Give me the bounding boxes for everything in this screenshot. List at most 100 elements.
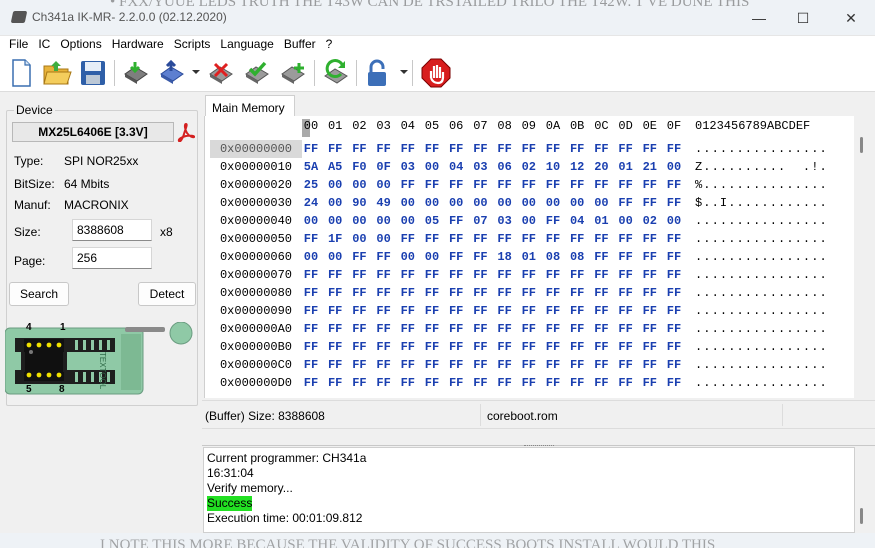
hex-byte[interactable]: 00 [420, 248, 444, 266]
hex-ascii[interactable]: ................ [695, 284, 828, 302]
hex-byte[interactable]: 00 [323, 194, 347, 212]
hex-byte[interactable]: FF [468, 230, 492, 248]
hex-byte[interactable]: FF [662, 284, 686, 302]
hex-byte[interactable]: FF [614, 284, 638, 302]
hex-byte[interactable]: 00 [541, 194, 565, 212]
hex-byte[interactable]: FF [444, 140, 468, 158]
hex-byte[interactable]: 00 [517, 194, 541, 212]
hex-byte[interactable]: FF [372, 140, 396, 158]
hex-byte[interactable]: FF [420, 284, 444, 302]
hex-byte[interactable]: FF [444, 356, 468, 374]
hex-row[interactable]: 0x000000D0 FF FF FF FF FF FF FF FF FF FF FF FF FF FF FF… [205, 374, 854, 392]
hex-byte[interactable]: FF [396, 140, 420, 158]
hex-row[interactable]: 0x00000060 00 00 FF FF 00 00 FF FF 18 01 08 08 FF FF FF… [205, 248, 854, 266]
hex-byte[interactable]: FF [517, 374, 541, 392]
hex-byte[interactable]: FF [517, 356, 541, 374]
hex-byte[interactable]: 90 [347, 194, 371, 212]
hex-byte[interactable]: FF [589, 284, 613, 302]
hex-row[interactable]: 0x000000B0 FF FF FF FF FF FF FF FF FF FF FF FF FF FF FF… [205, 338, 854, 356]
hex-byte[interactable]: FF [347, 338, 371, 356]
hex-byte[interactable]: 00 [662, 212, 686, 230]
hex-byte[interactable]: FF [372, 356, 396, 374]
hex-byte[interactable]: 00 [299, 248, 323, 266]
minimize-button[interactable]: — [736, 0, 782, 36]
save-button[interactable] [77, 57, 109, 89]
hex-byte[interactable]: FF [589, 338, 613, 356]
hex-byte[interactable]: FF [420, 320, 444, 338]
hex-byte[interactable]: FF [493, 140, 517, 158]
hex-byte[interactable]: FF [468, 176, 492, 194]
hex-byte[interactable]: FF [347, 266, 371, 284]
hex-byte[interactable]: FF [468, 338, 492, 356]
new-file-button[interactable] [5, 57, 37, 89]
hex-byte[interactable]: FF [444, 284, 468, 302]
hex-byte[interactable]: FF [517, 338, 541, 356]
hex-editor[interactable]: 0123456789ABCDEF 00 01 02 03 04 05 06 07 08 09 0A 0… [204, 116, 854, 398]
hex-byte[interactable]: FF [517, 230, 541, 248]
hex-byte[interactable]: FF [541, 374, 565, 392]
write-options-dropdown[interactable] [192, 68, 200, 76]
hex-byte[interactable]: FF [614, 320, 638, 338]
menu-scripts[interactable]: Scripts [169, 36, 216, 54]
hex-byte[interactable]: 07 [468, 212, 492, 230]
hex-byte[interactable]: 00 [517, 212, 541, 230]
hex-byte[interactable]: FF [396, 284, 420, 302]
hex-byte[interactable]: FF [638, 320, 662, 338]
hex-row[interactable]: 0x000000C0 FF FF FF FF FF FF FF FF FF FF FF FF FF FF FF… [205, 356, 854, 374]
hex-byte[interactable]: 00 [372, 176, 396, 194]
hex-byte[interactable]: FF [299, 284, 323, 302]
hex-ascii[interactable]: ................ [695, 320, 828, 338]
hex-byte[interactable]: FF [614, 194, 638, 212]
hex-byte[interactable]: 1F [323, 230, 347, 248]
hex-byte[interactable]: 00 [444, 194, 468, 212]
hex-byte[interactable]: FF [372, 374, 396, 392]
hex-byte[interactable]: FF [420, 374, 444, 392]
hex-byte[interactable]: 5A [299, 158, 323, 176]
hex-byte[interactable]: 03 [493, 212, 517, 230]
hex-byte[interactable]: FF [493, 338, 517, 356]
hex-byte[interactable]: FF [347, 302, 371, 320]
hex-row[interactable]: 0x00000050 FF 1F 00 00 FF FF FF FF FF FF FF FF FF FF FF… [205, 230, 854, 248]
hex-row[interactable]: 0x000000A0 FF FF FF FF FF FF FF FF FF FF FF FF FF FF FF… [205, 320, 854, 338]
hex-byte[interactable]: 00 [468, 194, 492, 212]
hex-byte[interactable]: FF [638, 230, 662, 248]
hex-byte[interactable]: FF [541, 356, 565, 374]
hex-ascii[interactable]: ................ [695, 248, 828, 266]
hex-byte[interactable]: FF [420, 302, 444, 320]
hex-byte[interactable]: 02 [517, 158, 541, 176]
hex-byte[interactable]: FF [517, 140, 541, 158]
menu-ic[interactable]: IC [33, 36, 55, 54]
chip-name-display[interactable]: MX25L6406E [3.3V] [12, 122, 174, 142]
hex-byte[interactable]: FF [420, 266, 444, 284]
hex-byte[interactable]: 08 [541, 248, 565, 266]
hex-byte[interactable]: FF [541, 320, 565, 338]
hex-byte[interactable]: 49 [372, 194, 396, 212]
tab-main-memory[interactable]: Main Memory [205, 95, 295, 117]
hex-byte[interactable]: 24 [299, 194, 323, 212]
hex-byte[interactable]: FF [614, 374, 638, 392]
hex-byte[interactable]: 00 [299, 212, 323, 230]
hex-byte[interactable]: 12 [565, 158, 589, 176]
hex-byte[interactable]: FF [444, 176, 468, 194]
hex-byte[interactable]: FF [468, 140, 492, 158]
hex-byte[interactable]: 01 [517, 248, 541, 266]
hex-byte[interactable]: FF [323, 140, 347, 158]
hex-ascii[interactable]: ................ [695, 356, 828, 374]
hex-ascii[interactable]: ................ [695, 140, 828, 158]
hex-byte[interactable]: 00 [662, 158, 686, 176]
hex-row[interactable]: 0x00000070 FF FF FF FF FF FF FF FF FF FF FF FF FF FF FF… [205, 266, 854, 284]
hex-row[interactable]: 0x00000040 00 00 00 00 00 05 FF 07 03 00 FF 04 01 00 02… [205, 212, 854, 230]
hex-byte[interactable]: FF [517, 320, 541, 338]
auto-button[interactable] [320, 57, 352, 89]
hex-byte[interactable]: FF [541, 266, 565, 284]
hex-byte[interactable]: FF [662, 176, 686, 194]
hex-byte[interactable]: FF [541, 230, 565, 248]
hex-byte[interactable]: FF [420, 140, 444, 158]
hex-byte[interactable]: FF [396, 338, 420, 356]
maximize-button[interactable]: ☐ [780, 0, 826, 36]
hex-byte[interactable]: FF [493, 302, 517, 320]
hex-byte[interactable]: FF [420, 230, 444, 248]
hex-byte[interactable]: FF [638, 356, 662, 374]
hex-byte[interactable]: 00 [589, 194, 613, 212]
hex-byte[interactable]: FF [638, 140, 662, 158]
